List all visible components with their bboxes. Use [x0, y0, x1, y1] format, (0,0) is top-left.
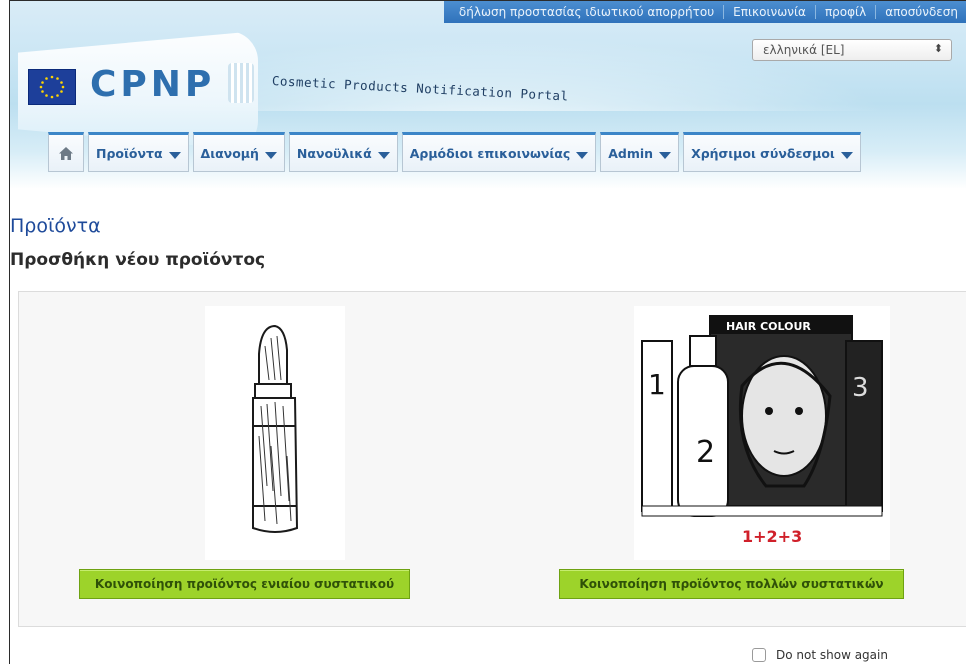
- kit-label: 1+2+3: [742, 527, 802, 546]
- chevron-down-icon: [168, 151, 181, 159]
- lipstick-illustration: [252, 324, 299, 533]
- chevron-down-icon: [659, 151, 672, 159]
- nav-contacts-label: Αρμόδιοι επικοινωνίας: [409, 145, 571, 161]
- svg-text:2: 2: [696, 435, 715, 470]
- nav-contacts[interactable]: Αρμόδιοι επικοινωνίας: [401, 132, 597, 172]
- updown-arrows-icon: ⬍: [933, 42, 943, 55]
- nav-distribution-label: Διανομή: [200, 145, 259, 161]
- box-label: HAIR COLOUR: [726, 320, 811, 333]
- svg-text:1: 1: [648, 368, 666, 401]
- eu-stars-icon: [39, 75, 65, 99]
- page-frame: CPNP Cosmetic Products Notification Port…: [9, 0, 966, 664]
- chevron-down-icon: [576, 151, 589, 159]
- main-nav: Προϊόντα Διανομή Νανοϋλικά Αρμόδιοι επικ…: [48, 132, 861, 172]
- cpnp-logo[interactable]: CPNP: [90, 64, 215, 105]
- dont-show-again[interactable]: Do not show again: [752, 648, 888, 662]
- language-selected: ελληνικά [EL]: [763, 43, 845, 57]
- notify-single-component-button[interactable]: Κοινοποίηση προϊόντος ενιαίου συστατικού: [79, 569, 410, 599]
- logout-link[interactable]: αποσύνδεση: [875, 5, 966, 19]
- top-links-bar: δήλωση προστασίας ιδιωτικού απορρήτου Επ…: [443, 1, 966, 23]
- dont-show-checkbox[interactable]: [752, 648, 766, 662]
- nav-nanomaterials-label: Νανοϋλικά: [296, 145, 372, 161]
- lipstick-image[interactable]: [205, 306, 345, 560]
- tube-ribs-graphic: [228, 63, 254, 103]
- product-type-panel: HAIR COLOUR 1 2 3 1+2+3 Κοινοποίηση προϊ…: [18, 291, 966, 627]
- notify-multi-component-button[interactable]: Κοινοποίηση προϊόντος πολλών συστατικών: [559, 569, 904, 599]
- page-title: Προϊόντα: [10, 215, 101, 237]
- language-select[interactable]: ελληνικά [EL] ⬍: [752, 39, 952, 61]
- nav-useful-links[interactable]: Χρήσιμοι σύνδεσμοι: [683, 132, 861, 172]
- nav-admin[interactable]: Admin: [600, 132, 680, 172]
- chevron-down-icon: [840, 151, 853, 159]
- privacy-link[interactable]: δήλωση προστασίας ιδιωτικού απορρήτου: [450, 5, 723, 19]
- hair-colour-kit-illustration: HAIR COLOUR 1 2 3 1+2+3: [641, 315, 883, 546]
- chevron-down-icon: [377, 151, 390, 159]
- nav-products-label: Προϊόντα: [96, 145, 163, 161]
- svg-text:3: 3: [852, 373, 869, 403]
- nav-nanomaterials[interactable]: Νανοϋλικά: [288, 132, 398, 172]
- nav-useful-links-label: Χρήσιμοι σύνδεσμοι: [691, 145, 835, 161]
- page-subtitle: Προσθήκη νέου προϊόντος: [10, 250, 266, 270]
- nav-products[interactable]: Προϊόντα: [88, 132, 189, 172]
- nav-distribution[interactable]: Διανομή: [192, 132, 285, 172]
- chevron-down-icon: [264, 151, 277, 159]
- dont-show-label: Do not show again: [776, 648, 888, 662]
- site-header: CPNP Cosmetic Products Notification Port…: [10, 1, 966, 189]
- nav-home[interactable]: [48, 132, 84, 172]
- contact-link[interactable]: Επικοινωνία: [723, 5, 815, 19]
- profile-link[interactable]: προφίλ: [814, 5, 875, 19]
- home-icon: [59, 146, 73, 160]
- nav-admin-label: Admin: [608, 145, 654, 161]
- hair-colour-kit-image[interactable]: HAIR COLOUR 1 2 3 1+2+3: [634, 306, 890, 560]
- eu-flag-icon: [28, 69, 76, 105]
